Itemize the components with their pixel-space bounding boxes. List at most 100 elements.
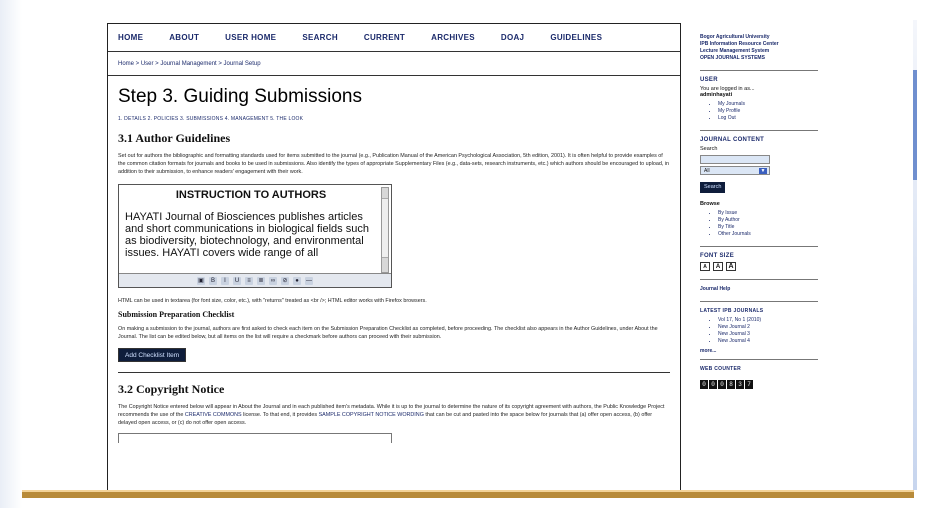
font-small-icon[interactable]: A [700, 262, 710, 271]
bold-icon[interactable]: B [209, 276, 217, 285]
web-counter-heading: WEB COUNTER [700, 366, 742, 372]
add-checklist-item-button[interactable]: Add Checklist Item [118, 348, 187, 362]
counter-digit: 0 [700, 380, 708, 389]
html-note: HTML can be used in textarea (for font s… [118, 298, 427, 304]
author-guidelines-title: 3.1 Author Guidelines [118, 131, 231, 145]
sidebar-divider [700, 130, 818, 131]
right-sidebar: Bogor Agricultural University IPB Inform… [700, 34, 820, 389]
sidebar-divider [700, 246, 818, 247]
font-medium-icon[interactable]: A [713, 262, 723, 271]
chevron-down-icon[interactable]: ▼ [759, 168, 767, 174]
latest-journal-link[interactable]: New Journal 4 [718, 338, 820, 345]
editor-scrollbar[interactable] [381, 187, 389, 273]
nav-guidelines[interactable]: GUIDELINES [550, 33, 602, 42]
italic-icon[interactable]: I [221, 276, 229, 285]
log-out-link[interactable]: Log Out [718, 115, 820, 122]
copyright-textarea[interactable] [118, 433, 392, 443]
window-edge [0, 0, 22, 508]
search-scope-value: All [704, 168, 710, 174]
font-large-icon[interactable]: A [726, 262, 736, 271]
setup-steps[interactable]: 1. DETAILS 2. POLICIES 3. SUBMISSIONS 4.… [118, 116, 670, 122]
editor-heading: INSTRUCTION TO AUTHORS [175, 189, 327, 201]
sidebar-divider [700, 70, 818, 71]
counter-digit: 0 [709, 380, 717, 389]
browse-by-author-link[interactable]: By Author [718, 217, 820, 224]
latest-journal-link[interactable]: Vol 17, No 1 (2010) [718, 317, 820, 324]
paste-icon[interactable]: ▣ [197, 276, 205, 285]
journal-help-link[interactable]: Journal Help [700, 286, 820, 293]
browse-label: Browse [700, 201, 720, 207]
content-area: Step 3. Guiding Submissions 1. DETAILS 2… [108, 76, 680, 443]
page-scroll-thumb[interactable] [913, 70, 917, 180]
counter-digit: 0 [718, 380, 726, 389]
sidebar-divider [700, 301, 818, 302]
top-navigation: HOME ABOUT USER HOME SEARCH CURRENT ARCH… [108, 24, 680, 52]
latest-journal-link[interactable]: New Journal 2 [718, 324, 820, 331]
latest-journal-link[interactable]: New Journal 3 [718, 331, 820, 338]
author-guidelines-editor[interactable]: INSTRUCTION TO AUTHORS HAYATI Journal of… [118, 184, 392, 288]
main-panel: HOME ABOUT USER HOME SEARCH CURRENT ARCH… [107, 23, 681, 498]
username: adminhayati [700, 92, 733, 98]
editor-scroll-thumb[interactable] [382, 198, 388, 258]
copyright-text-b: license. To that end, it provides [241, 412, 319, 418]
counter-digit: 8 [727, 380, 735, 389]
my-journals-link[interactable]: My Journals [718, 101, 820, 108]
bullet-list-icon[interactable]: ≡ [245, 276, 253, 285]
search-button[interactable]: Search [700, 182, 726, 193]
section-divider [118, 372, 670, 373]
institution-line-3: Lecture Management System [700, 48, 770, 54]
browse-links: By Issue By Author By Title Other Journa… [700, 210, 820, 238]
sidebar-divider [700, 359, 818, 360]
nav-search[interactable]: SEARCH [302, 33, 338, 42]
creative-commons-link[interactable]: CREATIVE COMMONS [185, 412, 242, 418]
counter-digit: 3 [736, 380, 744, 389]
nav-archives[interactable]: ARCHIVES [431, 33, 475, 42]
latest-journals-heading: LATEST IPB JOURNALS [700, 308, 764, 314]
sidebar-divider [700, 279, 818, 280]
editor-toolbar: ▣ B I U ≡ ≣ ∞ ⊘ ● — [119, 273, 391, 287]
nav-home[interactable]: HOME [118, 33, 143, 42]
page-title: Step 3. Guiding Submissions [118, 86, 362, 107]
font-size-controls: A A A [700, 262, 820, 271]
browse-by-title-link[interactable]: By Title [718, 224, 820, 231]
author-guidelines-description: Set out for authors the bibliographic an… [118, 153, 670, 175]
institution-line-4: OPEN JOURNAL SYSTEMS [700, 55, 765, 61]
image-icon[interactable]: ● [293, 276, 301, 285]
page-frame: HOME ABOUT USER HOME SEARCH CURRENT ARCH… [0, 0, 926, 508]
more-link[interactable]: more... [700, 348, 820, 355]
copyright-title: 3.2 Copyright Notice [118, 382, 225, 396]
checklist-description: On making a submission to the journal, a… [118, 326, 658, 340]
taskbar [22, 492, 914, 498]
checklist-title: Submission Preparation Checklist [118, 310, 235, 319]
underline-icon[interactable]: U [233, 276, 241, 285]
nav-user-home[interactable]: USER HOME [225, 33, 276, 42]
link-icon[interactable]: ∞ [269, 276, 277, 285]
institution-line-1: Bogor Agricultural University [700, 34, 770, 40]
numbered-list-icon[interactable]: ≣ [257, 276, 265, 285]
unlink-icon[interactable]: ⊘ [281, 276, 289, 285]
journal-content-heading: JOURNAL CONTENT [700, 137, 765, 143]
nav-about[interactable]: ABOUT [169, 33, 199, 42]
editor-content[interactable]: INSTRUCTION TO AUTHORS HAYATI Journal of… [125, 189, 377, 271]
other-journals-link[interactable]: Other Journals [718, 231, 820, 238]
editor-body: HAYATI Journal of Biosciences publishes … [125, 211, 369, 259]
user-links: My Journals My Profile Log Out [700, 101, 820, 122]
user-heading: USER [700, 77, 718, 83]
font-size-heading: FONT SIZE [700, 253, 735, 259]
copyright-description: The Copyright Notice entered below will … [118, 403, 670, 427]
sample-notice-link[interactable]: SAMPLE COPYRIGHT NOTICE WORDING [319, 412, 424, 418]
page-scrollbar[interactable] [913, 20, 917, 490]
nav-current[interactable]: CURRENT [364, 33, 405, 42]
counter-digit: 7 [745, 380, 753, 389]
html-icon[interactable]: — [305, 276, 313, 285]
search-input[interactable] [700, 155, 770, 164]
institution-line-2: IPB Information Resource Center [700, 41, 779, 47]
search-scope-select[interactable]: All ▼ [700, 166, 770, 175]
search-label: Search [700, 146, 718, 152]
breadcrumb[interactable]: Home > User > Journal Management > Journ… [108, 52, 680, 76]
web-counter: 0 0 0 8 3 7 [700, 380, 820, 389]
browse-by-issue-link[interactable]: By Issue [718, 210, 820, 217]
my-profile-link[interactable]: My Profile [718, 108, 820, 115]
nav-doaj[interactable]: DOAJ [501, 33, 524, 42]
latest-journals-list: Vol 17, No 1 (2010) New Journal 2 New Jo… [700, 317, 820, 345]
